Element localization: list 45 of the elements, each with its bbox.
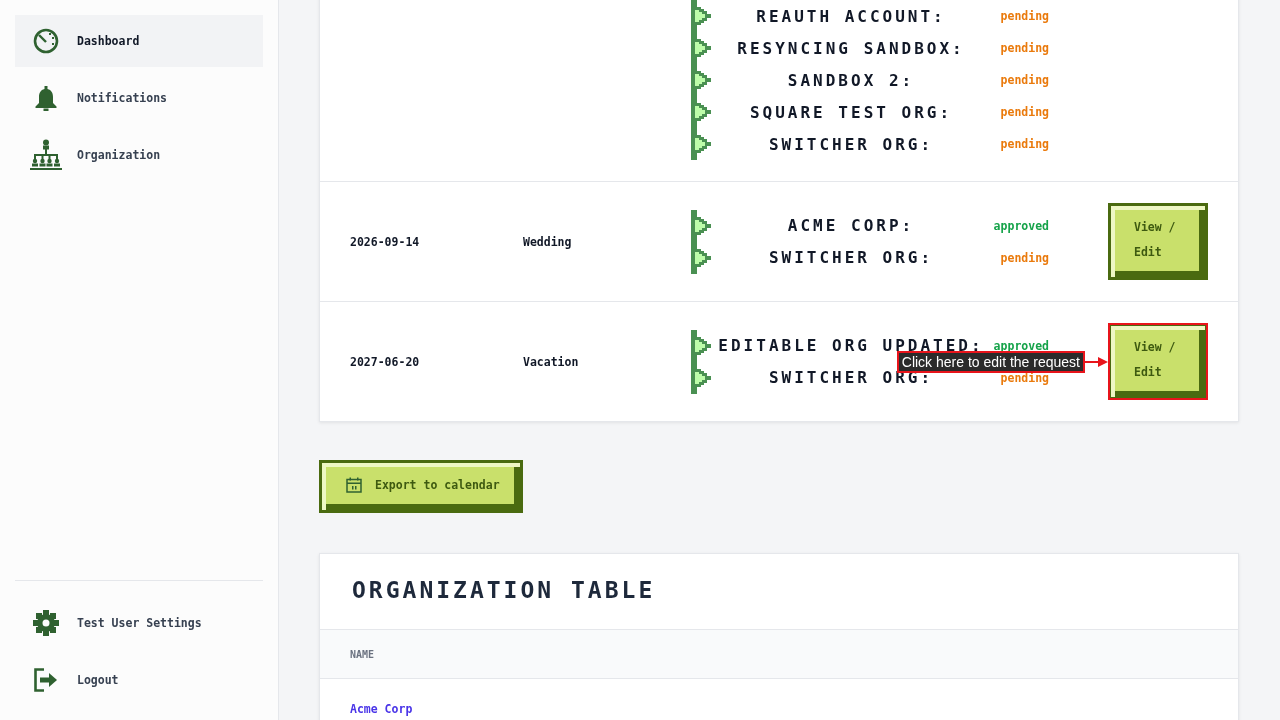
arrow-marker-icon (691, 0, 711, 32)
org-name: SQUARE TEST ORG: (748, 102, 954, 122)
date-cell-text: 2027-06-20 (350, 354, 421, 369)
status-label: pending (999, 137, 1049, 151)
status-label: pending (999, 250, 1049, 265)
status-label: approved (992, 338, 1049, 353)
arrow-marker-icon (691, 209, 711, 242)
column-header: NAME (350, 648, 375, 660)
org-name: REAUTH ACCOUNT: (755, 6, 947, 26)
arrow-marker-icon (691, 128, 711, 160)
export-button[interactable]: Export to calendar (319, 460, 523, 513)
status-label: pending (999, 41, 1049, 55)
arrow-icon (1085, 356, 1108, 367)
type-cell-text: Vacation (523, 354, 580, 369)
view-edit-button[interactable]: View / Edit (1108, 323, 1208, 400)
status-label: pending (999, 73, 1049, 87)
org-name: SWITCHER ORG: (767, 248, 935, 267)
arrow-marker-icon (691, 241, 711, 274)
org-name: ACME CORP: (786, 216, 916, 235)
status-label: pending (999, 9, 1049, 23)
arrow-marker-icon (691, 361, 711, 394)
sidebar-item[interactable]: Organization (15, 129, 263, 181)
sidebar-item[interactable]: Logout (15, 654, 263, 706)
settings-icon (30, 610, 62, 636)
org-name: RESYNCING SANDBOX: (736, 38, 966, 58)
type-cell-text: Wedding (523, 234, 573, 249)
table-title: ORGANIZATION TABLE (352, 577, 656, 603)
tooltip: Click here to edit the request (896, 350, 1085, 373)
view-edit-button[interactable]: View / Edit (1108, 203, 1208, 280)
arrow-marker-icon (691, 64, 711, 96)
sidebar-item[interactable]: Dashboard (15, 15, 263, 67)
org-link[interactable]: Acme Corp (350, 702, 413, 716)
sidebar-item[interactable]: Test User Settings (15, 597, 263, 649)
arrow-marker-icon (691, 96, 711, 128)
calendar-icon (346, 476, 362, 493)
arrow-marker-icon (691, 32, 711, 64)
sidebar-item[interactable]: Notifications (15, 72, 263, 124)
status-label: pending (999, 105, 1049, 119)
org-name: SWITCHER ORG: (767, 134, 935, 154)
org-chart-icon (30, 139, 62, 171)
arrow-marker-icon (691, 329, 711, 362)
status-label: approved (992, 218, 1049, 233)
status-label: pending (999, 370, 1049, 385)
org-name: SANDBOX 2: (786, 70, 916, 90)
date-cell-text: 2026-09-14 (350, 234, 421, 249)
